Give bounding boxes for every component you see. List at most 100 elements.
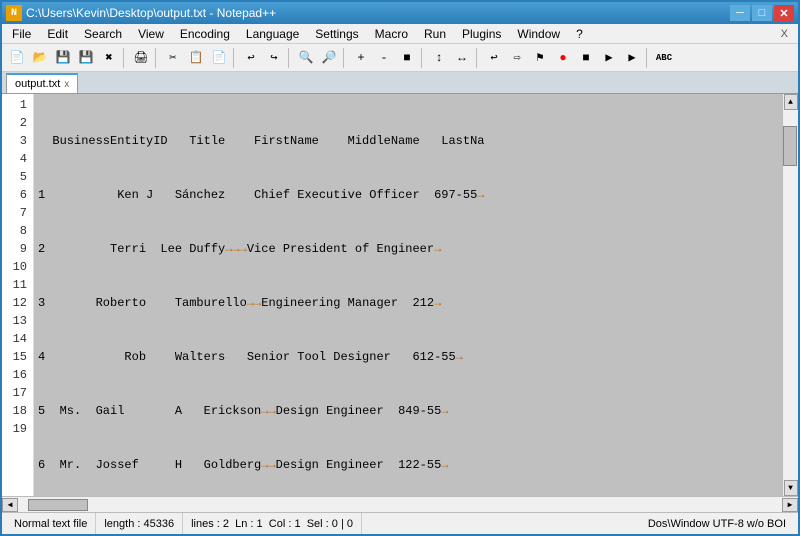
- tool-find[interactable]: 🔍: [295, 47, 317, 69]
- scroll-up-arrow[interactable]: ▲: [784, 94, 798, 110]
- tool-close[interactable]: ✖: [98, 47, 120, 69]
- menu-window[interactable]: Window: [509, 24, 568, 43]
- scroll-down-arrow[interactable]: ▼: [784, 480, 798, 496]
- line-num: 18: [6, 402, 27, 420]
- line-numbers: 1 2 3 4 5 6 7 8 9 10 11 12 13 14 15 16 1…: [2, 94, 34, 496]
- line-num: 15: [6, 348, 27, 366]
- tool-bookmark[interactable]: ⚑: [529, 47, 551, 69]
- tool-paste[interactable]: 📄: [208, 47, 230, 69]
- code-line-4: 3 Roberto Tamburello→→Engineering Manage…: [38, 294, 778, 312]
- tool-zoom-in[interactable]: +: [350, 47, 372, 69]
- scroll-track-v[interactable]: [783, 110, 798, 480]
- scroll-thumb-v[interactable]: [783, 126, 797, 166]
- title-bar-left: N C:\Users\Kevin\Desktop\output.txt - No…: [6, 5, 276, 21]
- tool-sync-v[interactable]: ↕: [428, 47, 450, 69]
- tool-abc[interactable]: ABC: [653, 47, 675, 69]
- toolbar: 📄 📂 💾 💾 ✖ 🖨 ✂ 📋 📄 ↩ ↪ 🔍 🔎 + - ■ ↕ ↔ ↩ ⇨ …: [2, 44, 798, 72]
- code-line-2: 1 Ken J Sánchez Chief Executive Officer …: [38, 186, 778, 204]
- line-num: 10: [6, 258, 27, 276]
- tool-cut[interactable]: ✂: [162, 47, 184, 69]
- tool-replace[interactable]: 🔎: [318, 47, 340, 69]
- status-file-type: Normal text file: [6, 513, 96, 534]
- toolbar-sep-6: [421, 48, 425, 68]
- tool-save-all[interactable]: 💾: [75, 47, 97, 69]
- toolbar-sep-1: [123, 48, 127, 68]
- menu-run[interactable]: Run: [416, 24, 454, 43]
- main-window: N C:\Users\Kevin\Desktop\output.txt - No…: [0, 0, 800, 536]
- menu-encoding[interactable]: Encoding: [172, 24, 238, 43]
- toolbar-sep-2: [155, 48, 159, 68]
- line-num: 1: [6, 96, 27, 114]
- status-lines: lines : 2 Ln : 1 Col : 1 Sel : 0 | 0: [183, 513, 362, 534]
- menu-plugins[interactable]: Plugins: [454, 24, 509, 43]
- tool-open[interactable]: 📂: [29, 47, 51, 69]
- menu-file[interactable]: File: [4, 24, 39, 43]
- close-button[interactable]: ✕: [774, 5, 794, 21]
- line-num: 19: [6, 420, 27, 438]
- toolbar-sep-3: [233, 48, 237, 68]
- tool-macro-play[interactable]: ▶: [598, 47, 620, 69]
- vertical-scrollbar[interactable]: ▲ ▼: [782, 94, 798, 496]
- tool-sync-h[interactable]: ↔: [451, 47, 473, 69]
- line-num: 16: [6, 366, 27, 384]
- toolbar-sep-4: [288, 48, 292, 68]
- tool-redo[interactable]: ↪: [263, 47, 285, 69]
- minimize-button[interactable]: ─: [730, 5, 750, 21]
- toolbar-sep-5: [343, 48, 347, 68]
- tool-copy[interactable]: 📋: [185, 47, 207, 69]
- code-line-1: BusinessEntityID Title FirstName MiddleN…: [38, 132, 778, 150]
- tab-output[interactable]: output.txt x: [6, 73, 78, 93]
- scroll-thumb-h[interactable]: [28, 499, 88, 511]
- tool-undo[interactable]: ↩: [240, 47, 262, 69]
- tab-close-icon[interactable]: x: [64, 79, 69, 90]
- code-line-3: 2 Terri Lee Duffy→→→Vice President of En…: [38, 240, 778, 258]
- tool-run[interactable]: ▶: [621, 47, 643, 69]
- scroll-right-arrow[interactable]: ▶: [782, 498, 798, 512]
- line-num: 11: [6, 276, 27, 294]
- line-num: 8: [6, 222, 27, 240]
- menu-help[interactable]: ?: [568, 24, 591, 43]
- title-bar-buttons: ─ □ ✕: [730, 5, 794, 21]
- tool-zoom-out[interactable]: -: [373, 47, 395, 69]
- code-content[interactable]: BusinessEntityID Title FirstName MiddleN…: [34, 94, 782, 496]
- line-num: 3: [6, 132, 27, 150]
- tool-save[interactable]: 💾: [52, 47, 74, 69]
- toolbar-sep-8: [646, 48, 650, 68]
- tab-label: output.txt: [15, 78, 60, 90]
- toolbar-sep-7: [476, 48, 480, 68]
- menu-macro[interactable]: Macro: [367, 24, 416, 43]
- status-length: length : 45336: [96, 513, 183, 534]
- line-num: 5: [6, 168, 27, 186]
- menu-edit[interactable]: Edit: [39, 24, 76, 43]
- horizontal-scrollbar[interactable]: ◀ ▶: [2, 496, 798, 512]
- tool-wrap[interactable]: ↩: [483, 47, 505, 69]
- line-num: 13: [6, 312, 27, 330]
- menu-search[interactable]: Search: [76, 24, 130, 43]
- line-num: 2: [6, 114, 27, 132]
- tool-macro-stop[interactable]: ■: [575, 47, 597, 69]
- menu-bar: File Edit Search View Encoding Language …: [2, 24, 798, 44]
- menu-view[interactable]: View: [130, 24, 172, 43]
- tab-bar: output.txt x: [2, 72, 798, 94]
- editor-wrapper: 1 2 3 4 5 6 7 8 9 10 11 12 13 14 15 16 1…: [2, 94, 798, 512]
- title-bar: N C:\Users\Kevin\Desktop\output.txt - No…: [2, 2, 798, 24]
- tool-new[interactable]: 📄: [6, 47, 28, 69]
- code-line-7: 6 Mr. Jossef H Goldberg→→Design Engineer…: [38, 456, 778, 474]
- line-num: 14: [6, 330, 27, 348]
- tool-zoom-restore[interactable]: ■: [396, 47, 418, 69]
- scroll-track-h[interactable]: [18, 498, 782, 512]
- tool-print[interactable]: 🖨: [130, 47, 152, 69]
- status-bar: Normal text file length : 45336 lines : …: [2, 512, 798, 534]
- line-num: 17: [6, 384, 27, 402]
- tool-macro-record[interactable]: ●: [552, 47, 574, 69]
- maximize-button[interactable]: □: [752, 5, 772, 21]
- menu-language[interactable]: Language: [238, 24, 307, 43]
- tool-indent[interactable]: ⇨: [506, 47, 528, 69]
- menu-settings[interactable]: Settings: [307, 24, 366, 43]
- status-encoding: Dos\Window UTF-8 w/o BOI: [640, 513, 794, 534]
- menu-bar-close[interactable]: X: [773, 26, 796, 42]
- line-num: 7: [6, 204, 27, 222]
- scroll-left-arrow[interactable]: ◀: [2, 498, 18, 512]
- line-num: 12: [6, 294, 27, 312]
- line-num: 6: [6, 186, 27, 204]
